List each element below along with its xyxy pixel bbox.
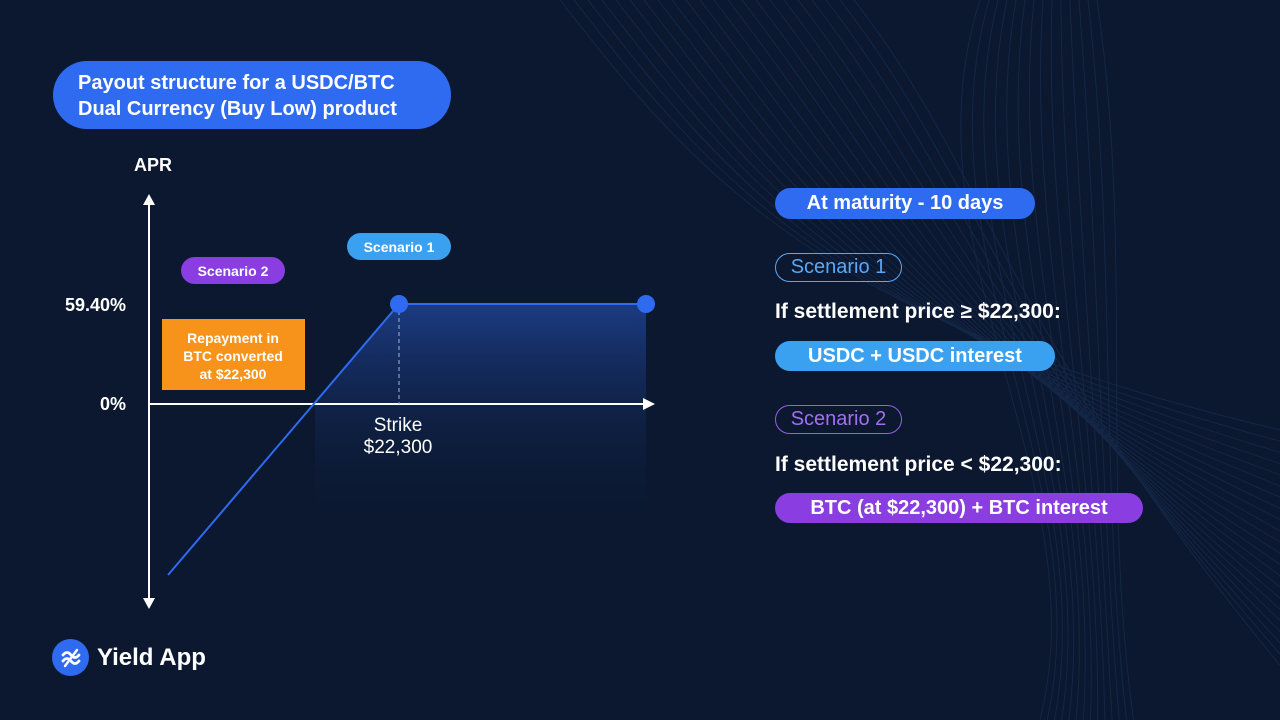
scenario-2-result: BTC (at $22,300) + BTC interest [775, 493, 1143, 523]
scenario-1-result: USDC + USDC interest [775, 341, 1055, 371]
y-tick-label-max: 59.40% [65, 295, 126, 315]
data-point-end [637, 295, 655, 313]
brand-name: Yield App [97, 643, 206, 671]
scenario-2-condition: If settlement price < $22,300: [775, 453, 1062, 476]
y-axis-label: APR [134, 155, 172, 175]
x-axis-arrow [643, 398, 655, 410]
payout-chart: APR 59.40% 0% Strike $22,300 Scenario 1 … [65, 155, 655, 609]
repayment-line-2: BTC converted [183, 348, 283, 364]
repayment-line-3: at $22,300 [200, 366, 267, 382]
strike-value: $22,300 [364, 437, 433, 458]
y-axis-arrow-down [143, 598, 155, 609]
y-tick-label-zero: 0% [100, 394, 126, 414]
strike-label: Strike [374, 415, 423, 436]
yield-app-logo-icon [52, 639, 89, 676]
scenario-2-label: Scenario 2 [775, 405, 902, 434]
scenario-1-label: Scenario 1 [775, 253, 902, 282]
maturity-badge: At maturity - 10 days [775, 188, 1035, 219]
scenario-1-tag-label: Scenario 1 [364, 239, 435, 255]
y-axis-arrow-up [143, 194, 155, 205]
payout-area [315, 304, 646, 530]
repayment-line-1: Repayment in [187, 330, 279, 346]
brand-logo: Yield App [52, 639, 206, 676]
scenario-2-tag-label: Scenario 2 [198, 263, 269, 279]
scenario-1-condition: If settlement price ≥ $22,300: [775, 300, 1061, 323]
data-point-strike [390, 295, 408, 313]
